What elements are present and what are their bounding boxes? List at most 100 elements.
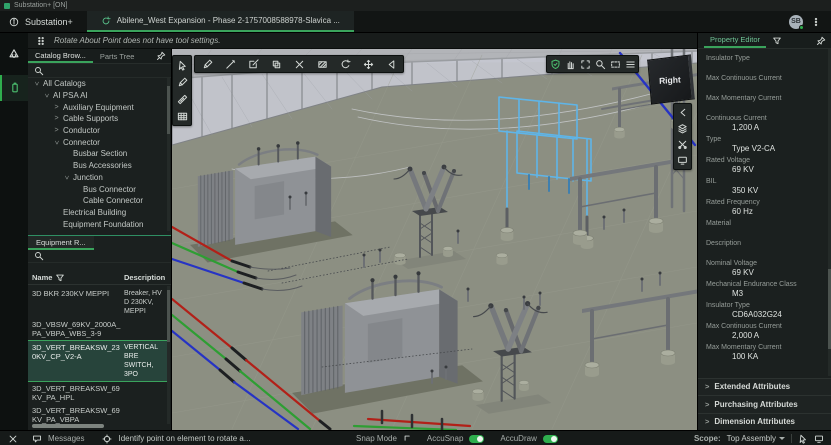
equipment-row[interactable]: 3D_VERT_BREAKSW_69KV_PA_HPL bbox=[28, 382, 168, 404]
property-value[interactable]: 60 Hz bbox=[732, 207, 824, 217]
property-value[interactable]: CD6A032G24 bbox=[732, 310, 824, 320]
pan-icon[interactable] bbox=[563, 57, 577, 71]
property-value[interactable]: 69 KV bbox=[732, 165, 824, 175]
scope-display-icon[interactable] bbox=[814, 434, 824, 444]
pin-icon[interactable] bbox=[156, 51, 171, 61]
clip-icon[interactable] bbox=[675, 137, 690, 152]
catalog-tree-item[interactable]: Electrical Building bbox=[28, 207, 168, 219]
catalog-tree-item[interactable]: Conductor bbox=[28, 125, 168, 137]
equipment-scrollbar[interactable] bbox=[167, 286, 170, 424]
scope-pointer-icon[interactable] bbox=[798, 434, 808, 444]
rail-sync-icon[interactable] bbox=[0, 41, 28, 67]
window-icon[interactable] bbox=[608, 57, 622, 71]
equipment-row[interactable]: 3D_VERT_BREAKSW_69KV_PA_VBPA bbox=[28, 404, 168, 425]
3d-viewport[interactable]: Right bbox=[172, 49, 697, 430]
catalog-tree-item[interactable]: Connector bbox=[28, 136, 168, 148]
property-value[interactable] bbox=[732, 248, 824, 257]
pencil-icon[interactable] bbox=[174, 74, 190, 90]
view-cube[interactable]: Right bbox=[647, 54, 695, 104]
catalog-tree-item[interactable]: Junction bbox=[28, 172, 168, 184]
mirror-icon[interactable] bbox=[380, 57, 402, 71]
equipment-row[interactable]: 3D_VERT_BREAKSW_230KV_CP_V2-A VERTICAL B… bbox=[28, 340, 168, 382]
pattern-icon[interactable] bbox=[311, 57, 333, 71]
property-value[interactable]: 100 KA bbox=[732, 352, 824, 362]
attributes-section[interactable]: Purchasing Attributes bbox=[698, 395, 831, 413]
viewmenu-icon[interactable] bbox=[623, 57, 637, 71]
property-field: Continuous Current 1,200 A bbox=[706, 114, 824, 133]
attributes-section[interactable]: Dimension Attributes bbox=[698, 413, 831, 431]
move-icon[interactable] bbox=[357, 57, 379, 71]
pin-icon[interactable] bbox=[816, 36, 831, 46]
catalog-tree-item[interactable]: Cable Connector bbox=[28, 195, 168, 207]
measure-icon[interactable] bbox=[174, 91, 190, 107]
equipment-search-input[interactable] bbox=[48, 250, 172, 262]
undo-icon[interactable] bbox=[675, 105, 690, 120]
grid-icon[interactable] bbox=[174, 108, 190, 124]
tab-equipment[interactable]: Equipment R... bbox=[28, 236, 94, 250]
equipment-row[interactable]: 3D BKR 230KV MEPPI Breaker, HV D 230KV, … bbox=[28, 287, 168, 318]
equipment-row[interactable]: 3D_VBSW_69KV_2000A_PA_VBPA_WBS_3-9 bbox=[28, 318, 168, 340]
snap-mode-label[interactable]: Snap Mode bbox=[356, 434, 397, 443]
property-field: Type Type V2-CA bbox=[706, 135, 824, 154]
property-fields: Insulator Type Max Continuous Current Ma… bbox=[698, 49, 828, 376]
property-value[interactable]: 69 KV bbox=[732, 268, 824, 278]
property-value[interactable]: 2,000 A bbox=[732, 331, 824, 341]
catalog-tree-item[interactable]: Bus Accessories bbox=[28, 160, 168, 172]
tree-item-label: Equipment Foundation bbox=[63, 220, 144, 229]
overflow-menu-icon[interactable] bbox=[811, 17, 821, 27]
filter-icon[interactable] bbox=[55, 273, 65, 283]
shield-icon[interactable] bbox=[548, 57, 562, 71]
tab-catalog-browser[interactable]: Catalog Brow... bbox=[28, 49, 93, 63]
property-value[interactable]: 350 KV bbox=[732, 186, 824, 196]
fit-icon[interactable] bbox=[578, 57, 592, 71]
property-value[interactable] bbox=[732, 63, 824, 72]
avatar[interactable]: SB bbox=[789, 15, 803, 29]
messages-label[interactable]: Messages bbox=[48, 434, 84, 443]
property-value[interactable]: M3 bbox=[732, 289, 824, 299]
column-description[interactable]: Description bbox=[124, 273, 165, 282]
pencil-icon[interactable] bbox=[196, 57, 218, 71]
tool-close-icon[interactable] bbox=[8, 434, 18, 444]
zoom-icon[interactable] bbox=[593, 57, 607, 71]
catalog-tree-item[interactable]: All Catalogs bbox=[28, 78, 168, 90]
layers-icon[interactable] bbox=[675, 121, 690, 136]
property-value[interactable] bbox=[732, 228, 824, 237]
rail-device-icon[interactable] bbox=[0, 75, 28, 101]
messages-icon[interactable] bbox=[32, 434, 42, 444]
select-icon[interactable] bbox=[174, 57, 190, 73]
scope-select[interactable]: Top Assembly bbox=[727, 434, 785, 443]
catalog-tree-item[interactable]: Equipment Foundation bbox=[28, 218, 168, 230]
tab-filter[interactable] bbox=[766, 33, 788, 48]
catalog-tree-item[interactable]: Cable Supports bbox=[28, 113, 168, 125]
equipment-hscrollbar[interactable] bbox=[30, 424, 160, 428]
modify-icon[interactable] bbox=[242, 57, 264, 71]
accusnap-toggle[interactable] bbox=[469, 435, 484, 443]
filter-tab-icon bbox=[772, 36, 782, 46]
property-value[interactable]: 1,200 A bbox=[732, 123, 824, 133]
catalog-tree-item[interactable]: AI PSA AI bbox=[28, 90, 168, 102]
rotate-icon[interactable] bbox=[334, 57, 356, 71]
catalog-tree-item[interactable]: Auxiliary Equipment bbox=[28, 101, 168, 113]
document-tab[interactable]: Abilene_West Expansion - Phase 2-1757008… bbox=[87, 11, 354, 32]
line-icon[interactable] bbox=[219, 57, 241, 71]
copy-icon[interactable] bbox=[265, 57, 287, 71]
catalog-tree-item[interactable]: Busbar Section bbox=[28, 148, 168, 160]
app-menu-label[interactable]: Substation+ bbox=[25, 17, 73, 27]
property-label: Rated Frequency bbox=[706, 198, 824, 207]
attributes-section[interactable]: Extended Attributes bbox=[698, 378, 831, 396]
tab-property-editor[interactable]: Property Editor bbox=[704, 33, 766, 48]
info-icon[interactable] bbox=[9, 17, 19, 27]
column-name[interactable]: Name bbox=[32, 273, 52, 282]
grip-icon[interactable] bbox=[36, 36, 46, 46]
delete-icon[interactable] bbox=[288, 57, 310, 71]
tree-scrollbar[interactable] bbox=[167, 78, 170, 231]
catalog-search-input[interactable] bbox=[48, 65, 171, 77]
property-value[interactable] bbox=[732, 83, 824, 92]
property-value[interactable] bbox=[732, 103, 824, 112]
accudraw-toggle[interactable] bbox=[543, 435, 558, 443]
snap-mode-icon[interactable] bbox=[403, 434, 413, 444]
property-value[interactable]: Type V2-CA bbox=[732, 144, 824, 154]
tab-parts-tree[interactable]: Parts Tree bbox=[93, 49, 142, 63]
catalog-tree-item[interactable]: Bus Connector bbox=[28, 183, 168, 195]
display-icon[interactable] bbox=[675, 153, 690, 168]
